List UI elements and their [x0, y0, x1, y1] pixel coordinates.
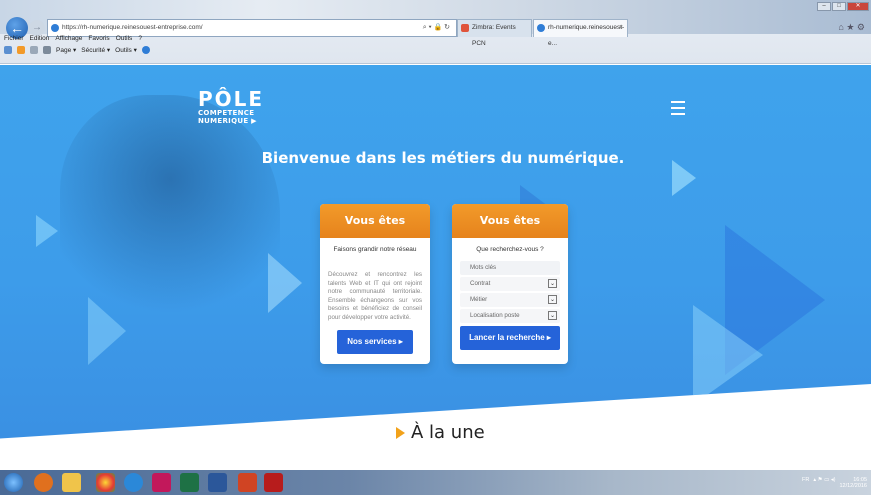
print-icon[interactable]: [43, 46, 51, 54]
services-button[interactable]: Nos services ▸: [337, 330, 413, 354]
location-select[interactable]: Localisation poste ⌄: [460, 309, 560, 323]
close-tab-icon[interactable]: ×: [619, 20, 623, 36]
menu-fichier[interactable]: Fichier: [4, 35, 24, 42]
zimbra-favicon-icon: [461, 24, 469, 32]
home-icon[interactable]: [4, 46, 12, 54]
section-title-a-la-une: À la une: [396, 422, 485, 443]
location-select-label: Localisation poste: [470, 312, 520, 319]
recruiter-card-subtitle: Faisons grandir notre réseau: [333, 246, 417, 253]
logo-line2: NUMERIQUE ▶: [198, 117, 257, 125]
contract-select[interactable]: Contrat ⌄: [460, 277, 560, 291]
close-window-button[interactable]: ✕: [847, 2, 869, 11]
chrome-icon[interactable]: [96, 473, 115, 492]
decorative-triangle: [693, 305, 763, 405]
maximize-button[interactable]: □: [832, 2, 846, 11]
candidate-card-title: Vous êtes candidat: [452, 204, 568, 261]
decorative-triangle: [268, 253, 302, 313]
acrobat-icon[interactable]: [264, 473, 283, 492]
system-tray: FR ▴ ⚑ ▭ ◂) 16:05 12/12/2016: [802, 477, 867, 489]
decorative-triangle: [88, 297, 126, 365]
menu-help[interactable]: ?: [138, 35, 142, 42]
web-page: PÔLE COMPETENCE NUMERIQUE ▶ Bienvenue da…: [0, 65, 871, 454]
contract-select-label: Contrat: [470, 280, 491, 287]
home-star-gear-icons[interactable]: ⌂ ★ ⚙: [838, 22, 865, 33]
word-icon[interactable]: [208, 473, 227, 492]
taskbar: FR ▴ ⚑ ▭ ◂) 16:05 12/12/2016: [0, 470, 871, 495]
menu-edition[interactable]: Edition: [30, 35, 50, 42]
media-player-icon[interactable]: [34, 473, 53, 492]
keywords-input[interactable]: Mots clés: [460, 261, 560, 275]
recruiter-card: Vous êtes recruteur Faisons grandir notr…: [320, 204, 430, 364]
clock-date: 12/12/2016: [839, 483, 867, 489]
logo[interactable]: PÔLE COMPETENCE NUMERIQUE ▶: [198, 89, 264, 125]
feeds-icon[interactable]: [17, 46, 25, 54]
menu-affichage[interactable]: Affichage: [55, 35, 82, 42]
url-text: https://rh-numerique.reinesouest-entrepr…: [62, 24, 203, 31]
tray-icons[interactable]: ▴ ⚑ ▭ ◂): [813, 477, 835, 489]
hamburger-menu-icon[interactable]: [671, 101, 685, 119]
tab-label: Zimbra: Events PCN: [472, 24, 516, 47]
decorative-triangle: [36, 215, 58, 247]
chevron-down-icon: ⌄: [548, 311, 557, 320]
job-select-label: Métier: [470, 296, 488, 303]
internet-explorer-icon[interactable]: [124, 473, 143, 492]
candidate-card-subtitle: Que recherchez-vous ?: [476, 246, 544, 253]
address-tools-icon[interactable]: ⌕ ▾ 🔒 ↻: [423, 20, 450, 36]
job-select[interactable]: Métier ⌄: [460, 293, 560, 307]
logo-line1: COMPETENCE: [198, 109, 255, 117]
command-page[interactable]: Page ▾: [56, 46, 76, 54]
hero-banner: [0, 65, 871, 439]
site-icon: [51, 24, 59, 32]
play-arrow-icon: [396, 426, 405, 439]
minimize-button[interactable]: –: [817, 2, 831, 11]
command-security[interactable]: Sécurité ▾: [81, 46, 110, 54]
help-icon[interactable]: [141, 46, 150, 54]
menu-bar: Fichier Edition Affichage Favoris Outils…: [4, 35, 142, 42]
logo-main: PÔLE: [198, 87, 265, 111]
section-title-text: À la une: [411, 422, 485, 443]
browser-chrome: ← → https://rh-numerique.reinesouest-ent…: [0, 0, 871, 64]
excel-icon[interactable]: [180, 473, 199, 492]
window-controls: – □ ✕: [816, 2, 869, 11]
powerpoint-icon[interactable]: [238, 473, 257, 492]
chevron-down-icon: ⌄: [548, 279, 557, 288]
chevron-down-icon: ⌄: [548, 295, 557, 304]
menu-outils[interactable]: Outils: [116, 35, 133, 42]
page-headline: Bienvenue dans les métiers du numérique.: [261, 149, 625, 167]
file-explorer-icon[interactable]: [62, 473, 81, 492]
recruiter-card-title: Vous êtes recruteur: [320, 204, 430, 261]
publisher-icon[interactable]: [152, 473, 171, 492]
command-tools[interactable]: Outils ▾: [115, 46, 137, 54]
clock[interactable]: 16:05 12/12/2016: [839, 477, 867, 489]
forward-button[interactable]: →: [29, 20, 45, 36]
tab-label: rh-numerique.reinesouest-e...: [548, 24, 625, 47]
tab-zimbra[interactable]: Zimbra: Events PCN: [457, 19, 532, 47]
search-button[interactable]: Lancer la recherche ▸: [460, 326, 560, 350]
tab-rh-numerique[interactable]: rh-numerique.reinesouest-e... ×: [533, 19, 628, 47]
site-favicon-icon: [537, 24, 545, 32]
candidate-card: Vous êtes candidat Que recherchez-vous ?…: [452, 204, 568, 364]
menu-favoris[interactable]: Favoris: [88, 35, 109, 42]
language-indicator[interactable]: FR: [802, 477, 809, 489]
command-bar: Page ▾ Sécurité ▾ Outils ▾: [4, 46, 150, 54]
start-button[interactable]: [4, 473, 23, 492]
recruiter-description: Découvrez et rencontrez les talents Web …: [328, 271, 422, 321]
mail-icon[interactable]: [30, 46, 38, 54]
